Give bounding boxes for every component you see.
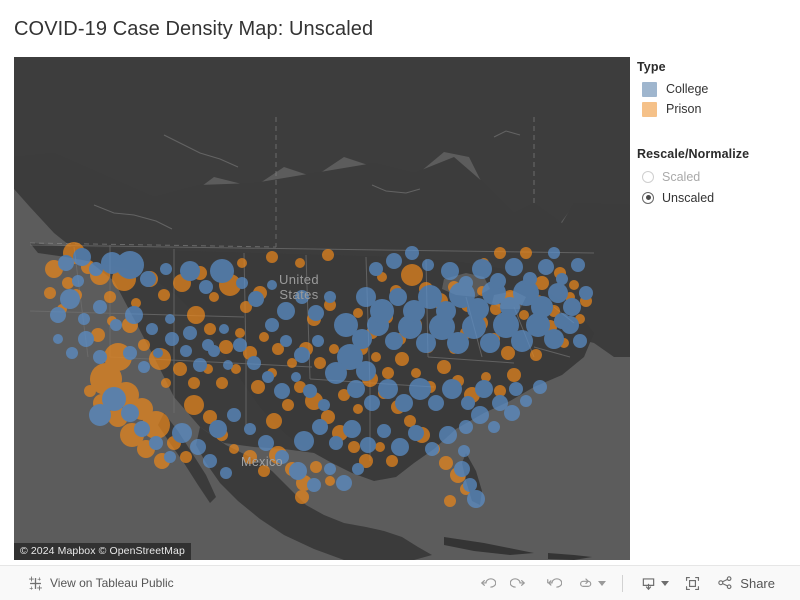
radio-label-scaled: Scaled (662, 169, 701, 184)
page-title: COVID-19 Case Density Map: Unscaled (14, 18, 374, 40)
radio-option-scaled[interactable]: Scaled (637, 166, 792, 187)
share-button[interactable]: Share (709, 570, 782, 596)
radio-label-unscaled: Unscaled (662, 190, 715, 205)
view-on-tableau-public-label: View on Tableau Public (50, 576, 174, 590)
data-points-layer[interactable] (14, 57, 630, 560)
legend-panel: Type College Prison Rescale/Normalize Sc… (637, 60, 792, 208)
refresh-dropdown-caret[interactable] (598, 580, 607, 586)
revert-button[interactable] (536, 570, 569, 596)
fullscreen-icon (686, 576, 700, 590)
map-attribution[interactable]: © 2024 Mapbox © OpenStreetMap (14, 543, 191, 560)
refresh-button[interactable] (569, 570, 613, 596)
view-on-tableau-public-link[interactable]: View on Tableau Public (28, 576, 174, 591)
bottom-toolbar: View on Tableau Public Share (0, 565, 800, 600)
legend-rescale-block: Rescale/Normalize Scaled Unscaled (637, 147, 792, 208)
redo-icon (510, 577, 526, 588)
map-canvas[interactable]: United States Mexico (14, 57, 630, 560)
download-icon (643, 577, 655, 590)
undo-icon (481, 577, 497, 588)
legend-label-prison: Prison (666, 102, 702, 116)
tableau-viz: COVID-19 Case Density Map: Unscaled Unit… (0, 0, 800, 600)
legend-swatch-prison (642, 101, 657, 117)
share-icon (718, 576, 732, 590)
map-viewport[interactable]: United States Mexico © 2024 Mapbox © Ope… (14, 57, 630, 560)
toolbar-actions: Share (470, 570, 782, 596)
legend-swatch-college (642, 81, 657, 97)
share-label: Share (740, 575, 775, 591)
refresh-icon (580, 577, 592, 587)
redo-button[interactable] (503, 570, 536, 596)
legend-label-college: College (666, 82, 709, 96)
fullscreen-button[interactable] (676, 570, 709, 596)
legend-item-prison[interactable]: Prison (637, 99, 792, 119)
tableau-logo-icon (29, 576, 42, 590)
revert-icon (547, 577, 563, 588)
legend-type-block: Type College Prison (637, 60, 792, 119)
toolbar-divider (622, 574, 624, 592)
radio-button-unscaled[interactable] (642, 191, 654, 204)
radio-button-scaled[interactable] (642, 170, 654, 183)
download-dropdown-caret[interactable] (661, 580, 670, 586)
radio-option-unscaled[interactable]: Unscaled (637, 187, 792, 208)
undo-button[interactable] (470, 570, 503, 596)
legend-type-heading: Type (637, 60, 666, 74)
legend-item-college[interactable]: College (637, 79, 792, 99)
download-button[interactable] (632, 570, 676, 596)
rescale-heading: Rescale/Normalize (637, 147, 750, 161)
